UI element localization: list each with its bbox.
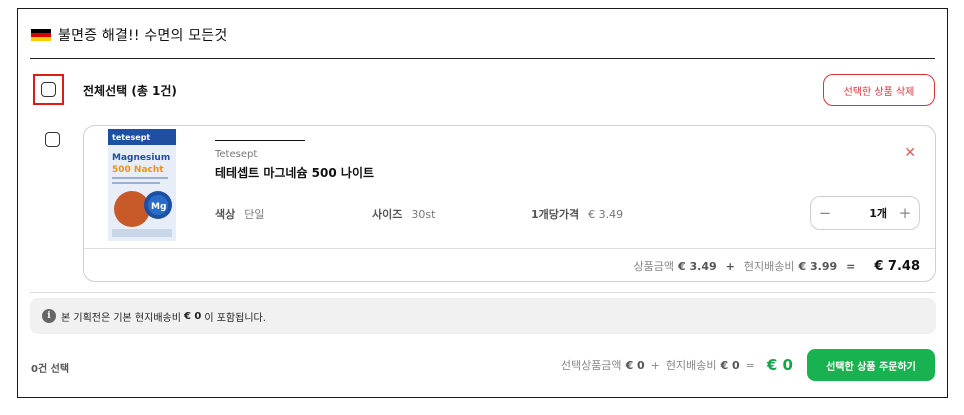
footer-shipping-label: 현지배송비 (665, 359, 717, 372)
item-total: € 7.48 (874, 259, 920, 274)
option-unit-price-value: € 3.49 (588, 208, 624, 221)
selected-amount-value: € 0 (625, 358, 645, 372)
product-image[interactable]: tetesept Magnesium 500 Nacht Mg (108, 129, 176, 241)
item-checkbox-wrapper (45, 132, 60, 147)
cart-item-card: tetesept Magnesium 500 Nacht Mg Tetesept… (83, 125, 936, 282)
section-divider (30, 292, 935, 293)
footer-summary: 선택상품금액 € 0 + 현지배송비 € 0 = € 0 (561, 356, 793, 374)
remove-item-close-icon[interactable]: ✕ (904, 146, 916, 160)
shipping-label: 현지배송비 (743, 260, 795, 273)
option-size-value: 30st (411, 208, 436, 221)
page-title: 불면증 해결!! 수면의 모든것 (58, 28, 228, 44)
selected-amount-label: 선택상품금액 (560, 359, 622, 372)
item-price-summary: 상품금액 € 3.49 + 현지배송비 € 3.99 = € 7.48 (634, 258, 920, 274)
equals-sign: = (846, 260, 856, 273)
product-name[interactable]: 테테셉트 마그네슘 500 나이트 (215, 164, 374, 181)
notice-value: € 0 (183, 310, 202, 322)
select-all-checkbox[interactable] (41, 82, 56, 97)
card-divider (84, 248, 935, 249)
option-unit-price: 1개당가격 € 3.49 (531, 206, 623, 222)
info-icon: i (42, 309, 56, 323)
footer-equals-sign: = (745, 358, 755, 372)
selected-count: 0건 선택 (31, 364, 70, 375)
item-checkbox[interactable] (45, 132, 60, 147)
option-color-label: 색상 (215, 208, 236, 221)
germany-flag-icon (31, 29, 51, 41)
product-divider (215, 140, 305, 141)
cart-header: 불면증 해결!! 수면의 모든것 (31, 25, 227, 45)
select-all-checkbox-highlight (33, 74, 64, 105)
footer-plus-sign: + (650, 358, 660, 372)
product-brand: Tetesept (215, 149, 258, 160)
notice-text-after: 이 포함됩니다. (204, 312, 266, 324)
shipping-notice: i 본 기획전은 기본 현지배송비 € 0 이 포함됩니다. (30, 298, 936, 334)
product-image-line1: Magnesium (112, 153, 170, 163)
product-image-brand: tetesept (112, 133, 150, 142)
order-selected-button[interactable]: 선택한 상품 주문하기 (807, 349, 935, 381)
decrement-minus-icon[interactable]: − (811, 204, 839, 222)
quantity-stepper: − 1개 + (810, 196, 920, 230)
option-unit-price-label: 1개당가격 (531, 208, 580, 221)
cart-panel: 불면증 해결!! 수면의 모든것 전체선택 (총 1건) 선택한 상품 삭제 t… (17, 8, 948, 398)
plus-sign: + (725, 260, 735, 273)
delete-selected-button[interactable]: 선택한 상품 삭제 (823, 74, 935, 106)
option-size: 사이즈 30st (372, 206, 435, 222)
product-amount-value: € 3.49 (678, 260, 717, 273)
shipping-value: € 3.99 (798, 260, 838, 273)
select-all-label: 전체선택 (총 1건) (83, 84, 177, 98)
product-image-badge: Mg (151, 202, 166, 212)
option-color: 색상 단일 (215, 206, 265, 222)
product-amount-label: 상품금액 (633, 260, 675, 273)
quantity-value: 1개 (869, 207, 887, 220)
product-image-line2: 500 Nacht (112, 165, 164, 175)
increment-plus-icon[interactable]: + (891, 204, 919, 222)
option-size-label: 사이즈 (372, 208, 403, 221)
header-divider (30, 58, 935, 59)
option-color-value: 단일 (244, 208, 265, 221)
footer-total: € 0 (766, 356, 793, 374)
notice-text-before: 본 기획전은 기본 현지배송비 (61, 312, 181, 324)
footer-shipping-value: € 0 (720, 358, 740, 372)
